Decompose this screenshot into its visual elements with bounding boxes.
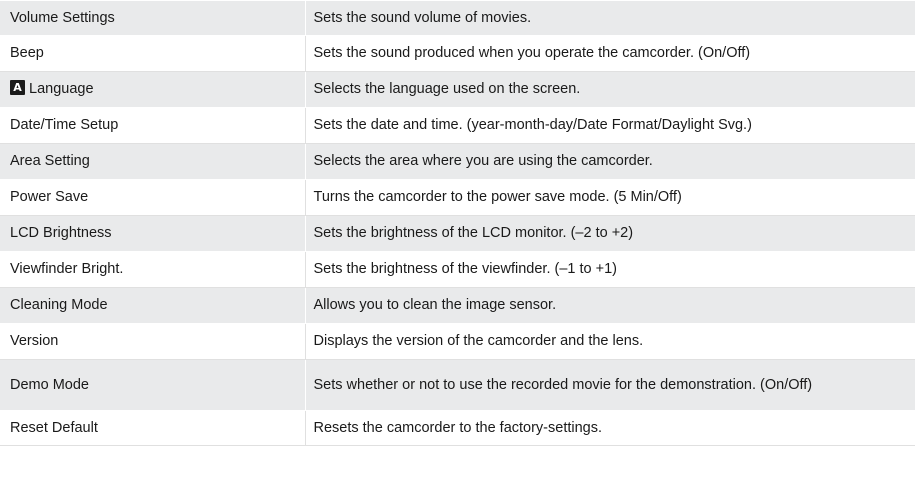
language-a-icon: A [10, 80, 25, 95]
setting-name: Viewfinder Bright. [0, 251, 306, 288]
setting-name: Area Setting [0, 143, 306, 180]
setting-description: Sets the brightness of the viewfinder. (… [305, 251, 915, 288]
setting-description: Sets the sound produced when you operate… [305, 35, 915, 72]
table-row: Version Displays the version of the camc… [0, 323, 915, 360]
table-row: Demo Mode Sets whether or not to use the… [0, 359, 915, 411]
setting-description: Sets the brightness of the LCD monitor. … [305, 215, 915, 252]
setting-name: Volume Settings [0, 0, 306, 36]
table-row: Date/Time Setup Sets the date and time. … [0, 107, 915, 144]
setting-description: Allows you to clean the image sensor. [305, 287, 915, 324]
setting-name: Version [0, 323, 306, 360]
setting-description: Sets whether or not to use the recorded … [305, 359, 915, 411]
setting-name: Cleaning Mode [0, 287, 306, 324]
table-row: A Language Selects the language used on t… [0, 71, 915, 108]
setting-name: Date/Time Setup [0, 107, 306, 144]
setting-description: Sets the sound volume of movies. [305, 0, 915, 36]
setting-description: Turns the camcorder to the power save mo… [305, 179, 915, 216]
table-row: Area Setting Selects the area where you … [0, 143, 915, 180]
setting-description: Selects the area where you are using the… [305, 143, 915, 180]
setting-description: Sets the date and time. (year-month-day/… [305, 107, 915, 144]
setting-name-cell: A Language [0, 71, 306, 108]
table-row: Beep Sets the sound produced when you op… [0, 35, 915, 72]
table-row: Viewfinder Bright. Sets the brightness o… [0, 251, 915, 288]
setting-name: Language [29, 81, 94, 97]
setting-description: Resets the camcorder to the factory-sett… [305, 410, 915, 446]
setting-description: Selects the language used on the screen. [305, 71, 915, 108]
setting-name: LCD Brightness [0, 215, 306, 252]
setting-description: Displays the version of the camcorder an… [305, 323, 915, 360]
settings-table: Volume Settings Sets the sound volume of… [0, 0, 915, 446]
table-row: Power Save Turns the camcorder to the po… [0, 179, 915, 216]
table-row: Volume Settings Sets the sound volume of… [0, 0, 915, 36]
setting-name: Beep [0, 35, 306, 72]
setting-name: Reset Default [0, 410, 306, 446]
table-row: LCD Brightness Sets the brightness of th… [0, 215, 915, 252]
setting-name: Demo Mode [0, 359, 306, 411]
setting-name: Power Save [0, 179, 306, 216]
table-row: Cleaning Mode Allows you to clean the im… [0, 287, 915, 324]
table-row: Reset Default Resets the camcorder to th… [0, 410, 915, 446]
